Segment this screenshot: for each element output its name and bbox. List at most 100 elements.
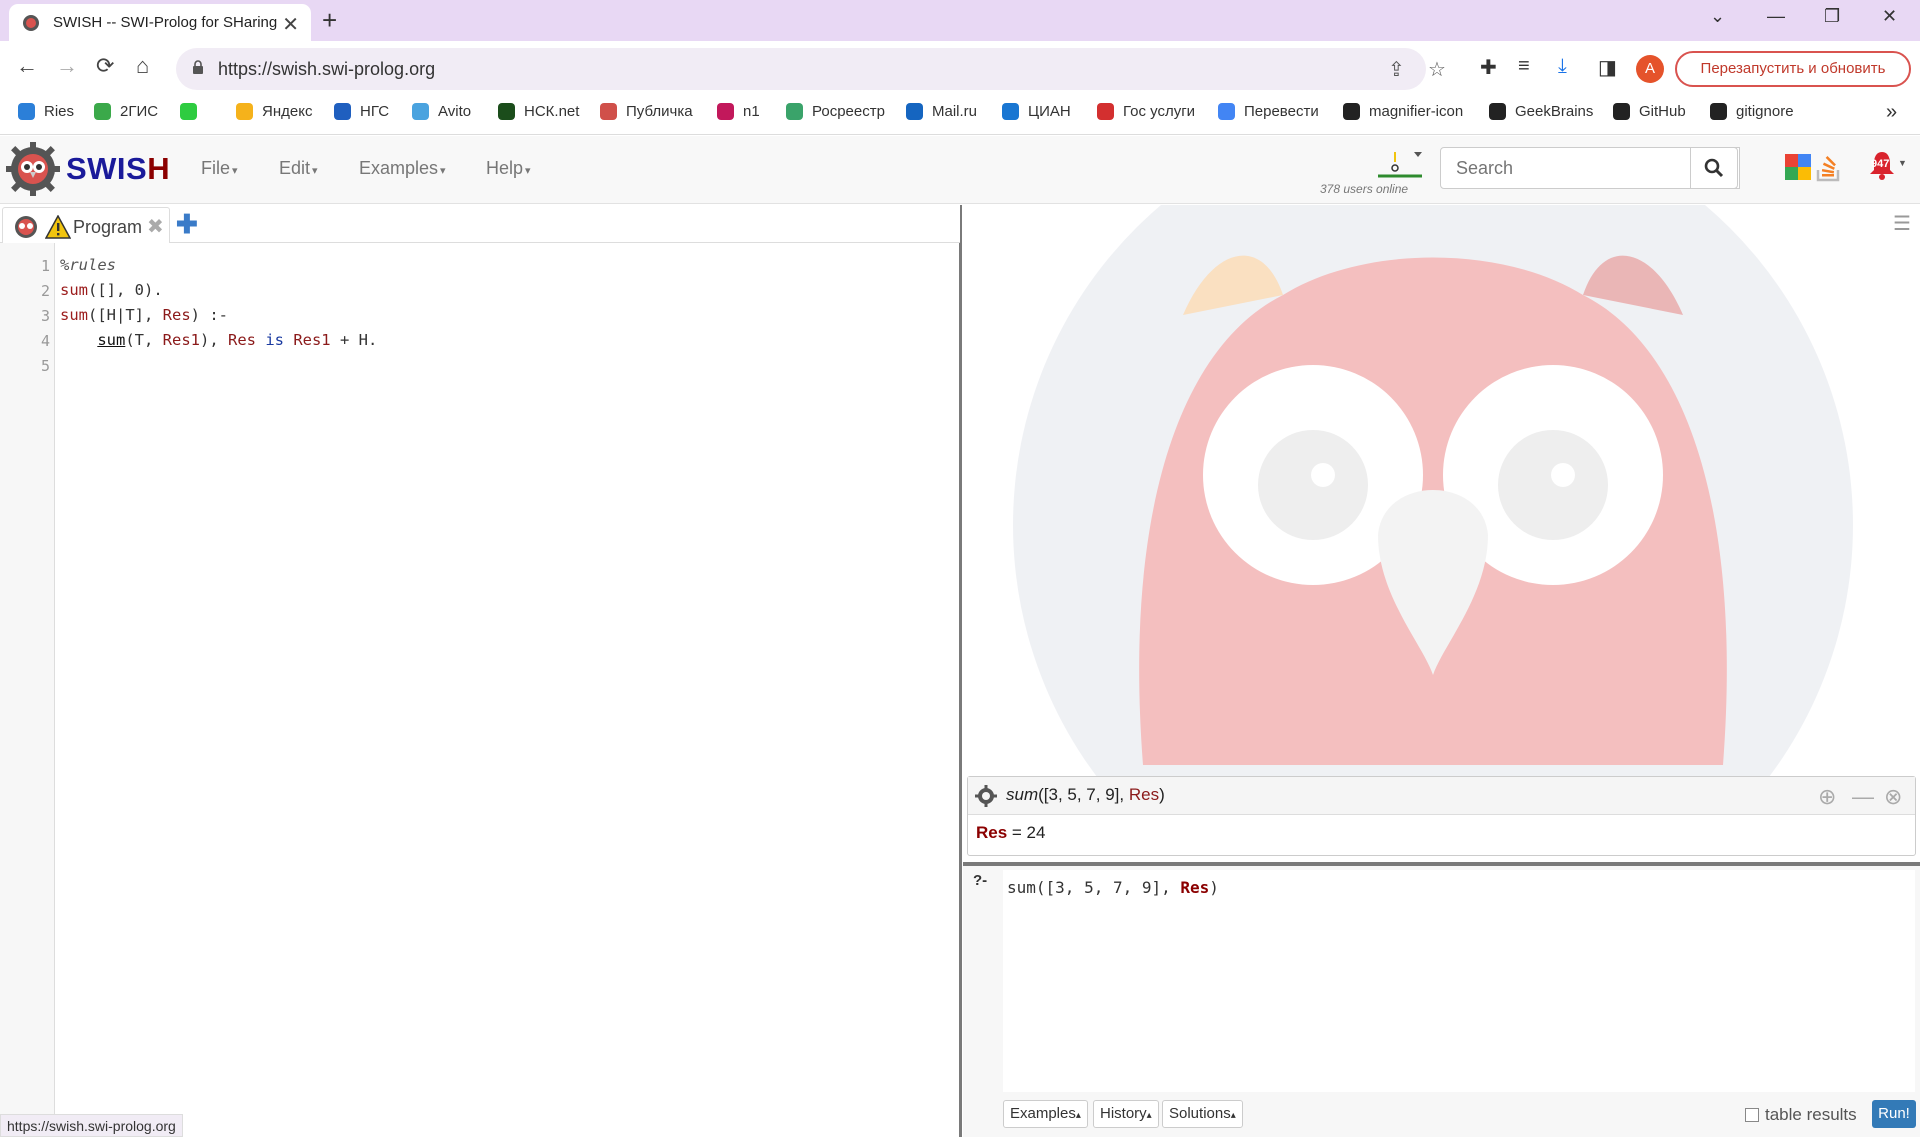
side-panel-icon[interactable]: ◨ <box>1598 55 1617 80</box>
code-line[interactable]: sum([], 0). <box>60 281 163 299</box>
menu-file[interactable]: File ▾ <box>201 158 238 179</box>
caret-up-icon: ▴ <box>1146 1110 1152 1121</box>
code-token: ([], 0). <box>88 281 163 299</box>
users-online-icon[interactable] <box>1378 146 1428 178</box>
stackoverflow-icon[interactable] <box>1815 154 1843 182</box>
head-token: sum <box>60 306 88 324</box>
url-text: https://swish.swi-prolog.org <box>218 59 436 79</box>
table-results-toggle[interactable]: table results <box>1745 1105 1857 1125</box>
code-line[interactable]: sum(T, Res1), Res is Res1 + H. <box>60 331 377 349</box>
examples-button[interactable]: Examples▴ <box>1003 1100 1088 1128</box>
browser-toolbar: ← → ⟳ ⌂ https://swish.swi-prolog.org ⇪ ☆… <box>0 41 1920 97</box>
new-tab-button[interactable]: + <box>322 5 337 36</box>
minimize-window-button[interactable]: — <box>1767 6 1785 27</box>
bookmark-item[interactable]: n1 <box>717 103 760 120</box>
restore-window-button[interactable]: ❐ <box>1824 6 1840 27</box>
bookmark-item[interactable]: 2ГИС <box>94 103 158 120</box>
answer-query: sum([3, 5, 7, 9], Res) <box>1006 785 1165 805</box>
swish-logo-icon[interactable] <box>6 142 60 196</box>
add-tab-button[interactable]: ✚ <box>176 209 198 240</box>
bookmark-item[interactable]: ЦИАН <box>1002 103 1071 120</box>
query-functor: sum <box>1006 785 1039 804</box>
bookmark-item[interactable]: Публичка <box>600 103 693 120</box>
query-editor[interactable]: sum([3, 5, 7, 9], Res) <box>1003 870 1915 1092</box>
bookmark-label: НГС <box>360 103 390 120</box>
run-button[interactable]: Run! <box>1872 1100 1916 1128</box>
tab-close-icon[interactable]: ✕ <box>282 12 299 37</box>
line-number: 3 <box>40 307 50 325</box>
reload-button[interactable]: ⟳ <box>96 53 114 79</box>
caret-down-icon: ▾ <box>232 165 238 177</box>
bookmark-item[interactable]: gitignore <box>1710 103 1794 120</box>
bookmark-star-icon[interactable]: ☆ <box>1428 57 1446 82</box>
bookmarks-more-icon[interactable]: » <box>1886 101 1897 124</box>
menu-examples[interactable]: Examples ▾ <box>359 158 446 179</box>
address-bar[interactable]: https://swish.swi-prolog.org ⇪ ☆ <box>176 48 1446 90</box>
home-button[interactable]: ⌂ <box>136 53 149 79</box>
browser-tabstrip: SWISH -- SWI-Prolog for SHaring ✕ + ⌄ — … <box>0 0 1920 41</box>
bookmark-favicon-icon <box>334 103 351 120</box>
code-token: (T, <box>125 331 163 349</box>
hamburger-menu-icon[interactable]: ☰ <box>1893 211 1911 236</box>
menu-examples-label: Examples <box>359 158 439 178</box>
caret-down-icon: ▾ <box>525 165 531 177</box>
table-results-checkbox[interactable] <box>1745 1108 1759 1122</box>
caret-down-icon: ▾ <box>312 165 318 177</box>
search-button[interactable] <box>1690 147 1738 189</box>
bookmark-label: gitignore <box>1736 103 1794 120</box>
bookmark-item[interactable]: Mail.ru <box>906 103 977 120</box>
bookmark-item[interactable]: Перевести <box>1218 103 1319 120</box>
bookmark-favicon-icon <box>1218 103 1235 120</box>
media-icon[interactable]: ≡ <box>1518 55 1530 78</box>
answer-result: Res = 24 <box>976 823 1045 843</box>
menu-help[interactable]: Help ▾ <box>486 158 531 179</box>
history-button[interactable]: History▴ <box>1093 1100 1159 1128</box>
bookmark-item[interactable]: НГС <box>334 103 389 120</box>
bookmark-item[interactable]: GeekBrains <box>1489 103 1593 120</box>
bookmark-label: GeekBrains <box>1515 103 1594 120</box>
close-answer-icon[interactable]: ⊗ <box>1884 784 1902 810</box>
download-icon[interactable]: ⤓ <box>1558 55 1567 78</box>
minimize-answer-icon[interactable]: — <box>1852 784 1874 810</box>
bookmark-label: Гос услуги <box>1123 103 1196 120</box>
query-variable: Res <box>1180 878 1210 897</box>
swish-title[interactable]: SWISH <box>66 151 170 187</box>
notifications-bell[interactable]: 947 ▼ <box>1868 150 1908 186</box>
bookmark-favicon-icon <box>412 103 429 120</box>
examples-label: Examples <box>1010 1105 1076 1122</box>
code-line[interactable]: %rules <box>60 256 116 274</box>
bookmark-item[interactable]: Росреестр <box>786 103 885 120</box>
line-number: 1 <box>40 257 50 275</box>
code-line[interactable]: sum([H|T], Res) :- <box>60 306 228 324</box>
close-window-button[interactable]: ✕ <box>1882 6 1897 27</box>
google-login-icon[interactable] <box>1785 154 1811 180</box>
back-button[interactable]: ← <box>16 53 38 79</box>
share-icon[interactable]: ⇪ <box>1388 57 1405 82</box>
forward-button[interactable]: → <box>56 53 78 79</box>
bookmark-item[interactable]: magnifier-icon <box>1343 103 1463 120</box>
close-tab-icon[interactable]: ✖ <box>147 214 164 239</box>
bookmark-item[interactable]: Яндекс <box>236 103 312 120</box>
menu-edit[interactable]: Edit ▾ <box>279 158 318 179</box>
query-text: sum([3, 5, 7, 9], <box>1007 878 1181 897</box>
bookmark-item[interactable]: Ries <box>18 103 74 120</box>
result-variable: Res <box>976 823 1008 842</box>
tab-search-chevron-icon[interactable]: ⌄ <box>1710 6 1725 27</box>
bookmark-item[interactable]: НСК.net <box>498 103 579 120</box>
code-token: + H. <box>330 331 378 349</box>
caret-down-icon: ▼ <box>1898 158 1907 168</box>
swish-favicon-icon <box>23 14 39 31</box>
browser-tab[interactable]: SWISH -- SWI-Prolog for SHaring ✕ <box>9 4 311 41</box>
bookmark-item[interactable]: Avito <box>412 103 471 120</box>
bookmark-item[interactable]: Гос услуги <box>1097 103 1195 120</box>
solutions-button[interactable]: Solutions▴ <box>1162 1100 1243 1128</box>
tab-program[interactable]: Program ✖ <box>2 207 170 243</box>
head-token: sum <box>60 281 88 299</box>
bookmark-item[interactable] <box>180 103 206 120</box>
profile-avatar[interactable]: A <box>1636 55 1664 83</box>
download-answer-icon[interactable]: ⊕ <box>1818 784 1836 810</box>
bookmark-item[interactable]: GitHub <box>1613 103 1686 120</box>
extensions-icon[interactable]: ✚ <box>1480 55 1497 80</box>
bookmark-label: Росреестр <box>812 103 885 120</box>
relaunch-update-button[interactable]: Перезапустить и обновить <box>1675 51 1911 87</box>
